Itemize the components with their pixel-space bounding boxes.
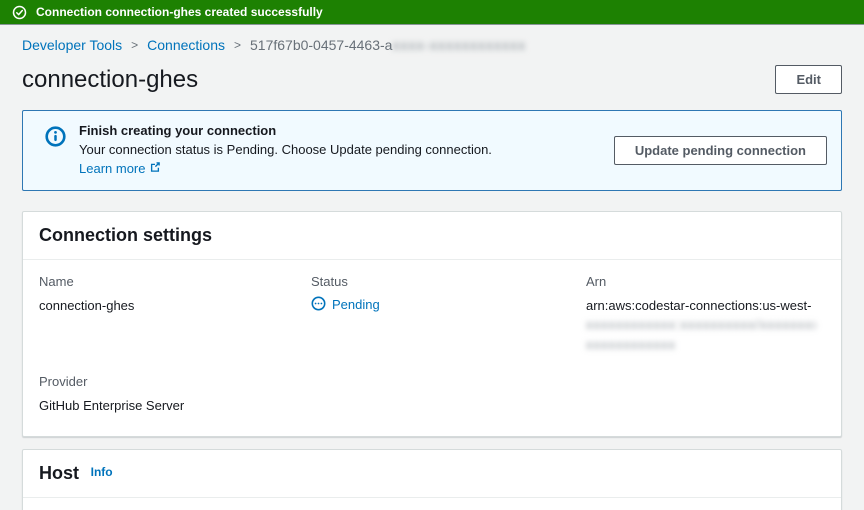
in-progress-icon xyxy=(311,296,326,314)
field-provider: Provider GitHub Enterprise Server xyxy=(39,374,311,416)
arn-label: Arn xyxy=(586,274,825,289)
field-name: Name connection-ghes xyxy=(39,274,311,355)
info-alert: Finish creating your connection Your con… xyxy=(22,110,842,191)
update-pending-connection-button[interactable]: Update pending connection xyxy=(614,136,827,165)
breadcrumb: Developer Tools > Connections > 517f67b0… xyxy=(0,25,864,53)
breadcrumb-separator: > xyxy=(234,38,241,52)
breadcrumb-current: 517f67b0-0457-4463-axxxx-xxxxxxxxxxxx xyxy=(250,37,526,53)
redacted-text: xxxxxxxxxxxx:xxxxxxxxxx/xxxxxxxx-xxxx-xx… xyxy=(586,315,816,335)
edit-button[interactable]: Edit xyxy=(775,65,842,94)
name-value: connection-ghes xyxy=(39,296,311,316)
host-info-link[interactable]: Info xyxy=(91,465,113,479)
flash-message: Connection connection-ghes created succe… xyxy=(36,5,323,19)
status-value: Pending xyxy=(311,296,380,314)
alert-title: Finish creating your connection xyxy=(79,122,492,141)
arn-value: arn:aws:codestar-connections:us-west- xx… xyxy=(586,296,825,355)
breadcrumb-separator: > xyxy=(131,38,138,52)
learn-more-link[interactable]: Learn more xyxy=(79,160,161,179)
success-flashbar: Connection connection-ghes created succe… xyxy=(0,0,864,25)
external-link-icon xyxy=(149,160,161,179)
connection-settings-header: Connection settings xyxy=(23,212,841,260)
info-icon xyxy=(45,126,66,150)
field-arn: Arn arn:aws:codestar-connections:us-west… xyxy=(586,274,825,355)
page-title: connection-ghes xyxy=(22,66,198,94)
connection-settings-panel: Connection settings Name connection-ghes… xyxy=(22,211,842,437)
check-circle-icon xyxy=(12,5,27,20)
host-panel: Host Info Host name https://myserver.dev… xyxy=(22,449,842,510)
alert-content: Finish creating your connection Your con… xyxy=(79,122,492,179)
name-label: Name xyxy=(39,274,311,289)
page-header: connection-ghes Edit xyxy=(0,53,864,110)
breadcrumb-connections[interactable]: Connections xyxy=(147,37,225,53)
host-title: Host xyxy=(39,463,79,483)
redacted-text: xxxxxxxxxxxx xyxy=(586,335,816,355)
alert-body: Your connection status is Pending. Choos… xyxy=(79,141,492,160)
redacted-text: xxxx-xxxxxxxxxxxx xyxy=(392,37,526,53)
connection-settings-body: Name connection-ghes Status Pending xyxy=(23,260,841,436)
host-header: Host Info xyxy=(23,450,841,498)
provider-value: GitHub Enterprise Server xyxy=(39,396,311,416)
host-body: Host name https://myserver.dev/ Product … xyxy=(23,498,841,510)
provider-label: Provider xyxy=(39,374,311,389)
field-status: Status Pending xyxy=(311,274,586,355)
status-label: Status xyxy=(311,274,586,289)
connection-settings-title: Connection settings xyxy=(39,225,212,245)
breadcrumb-developer-tools[interactable]: Developer Tools xyxy=(22,37,122,53)
